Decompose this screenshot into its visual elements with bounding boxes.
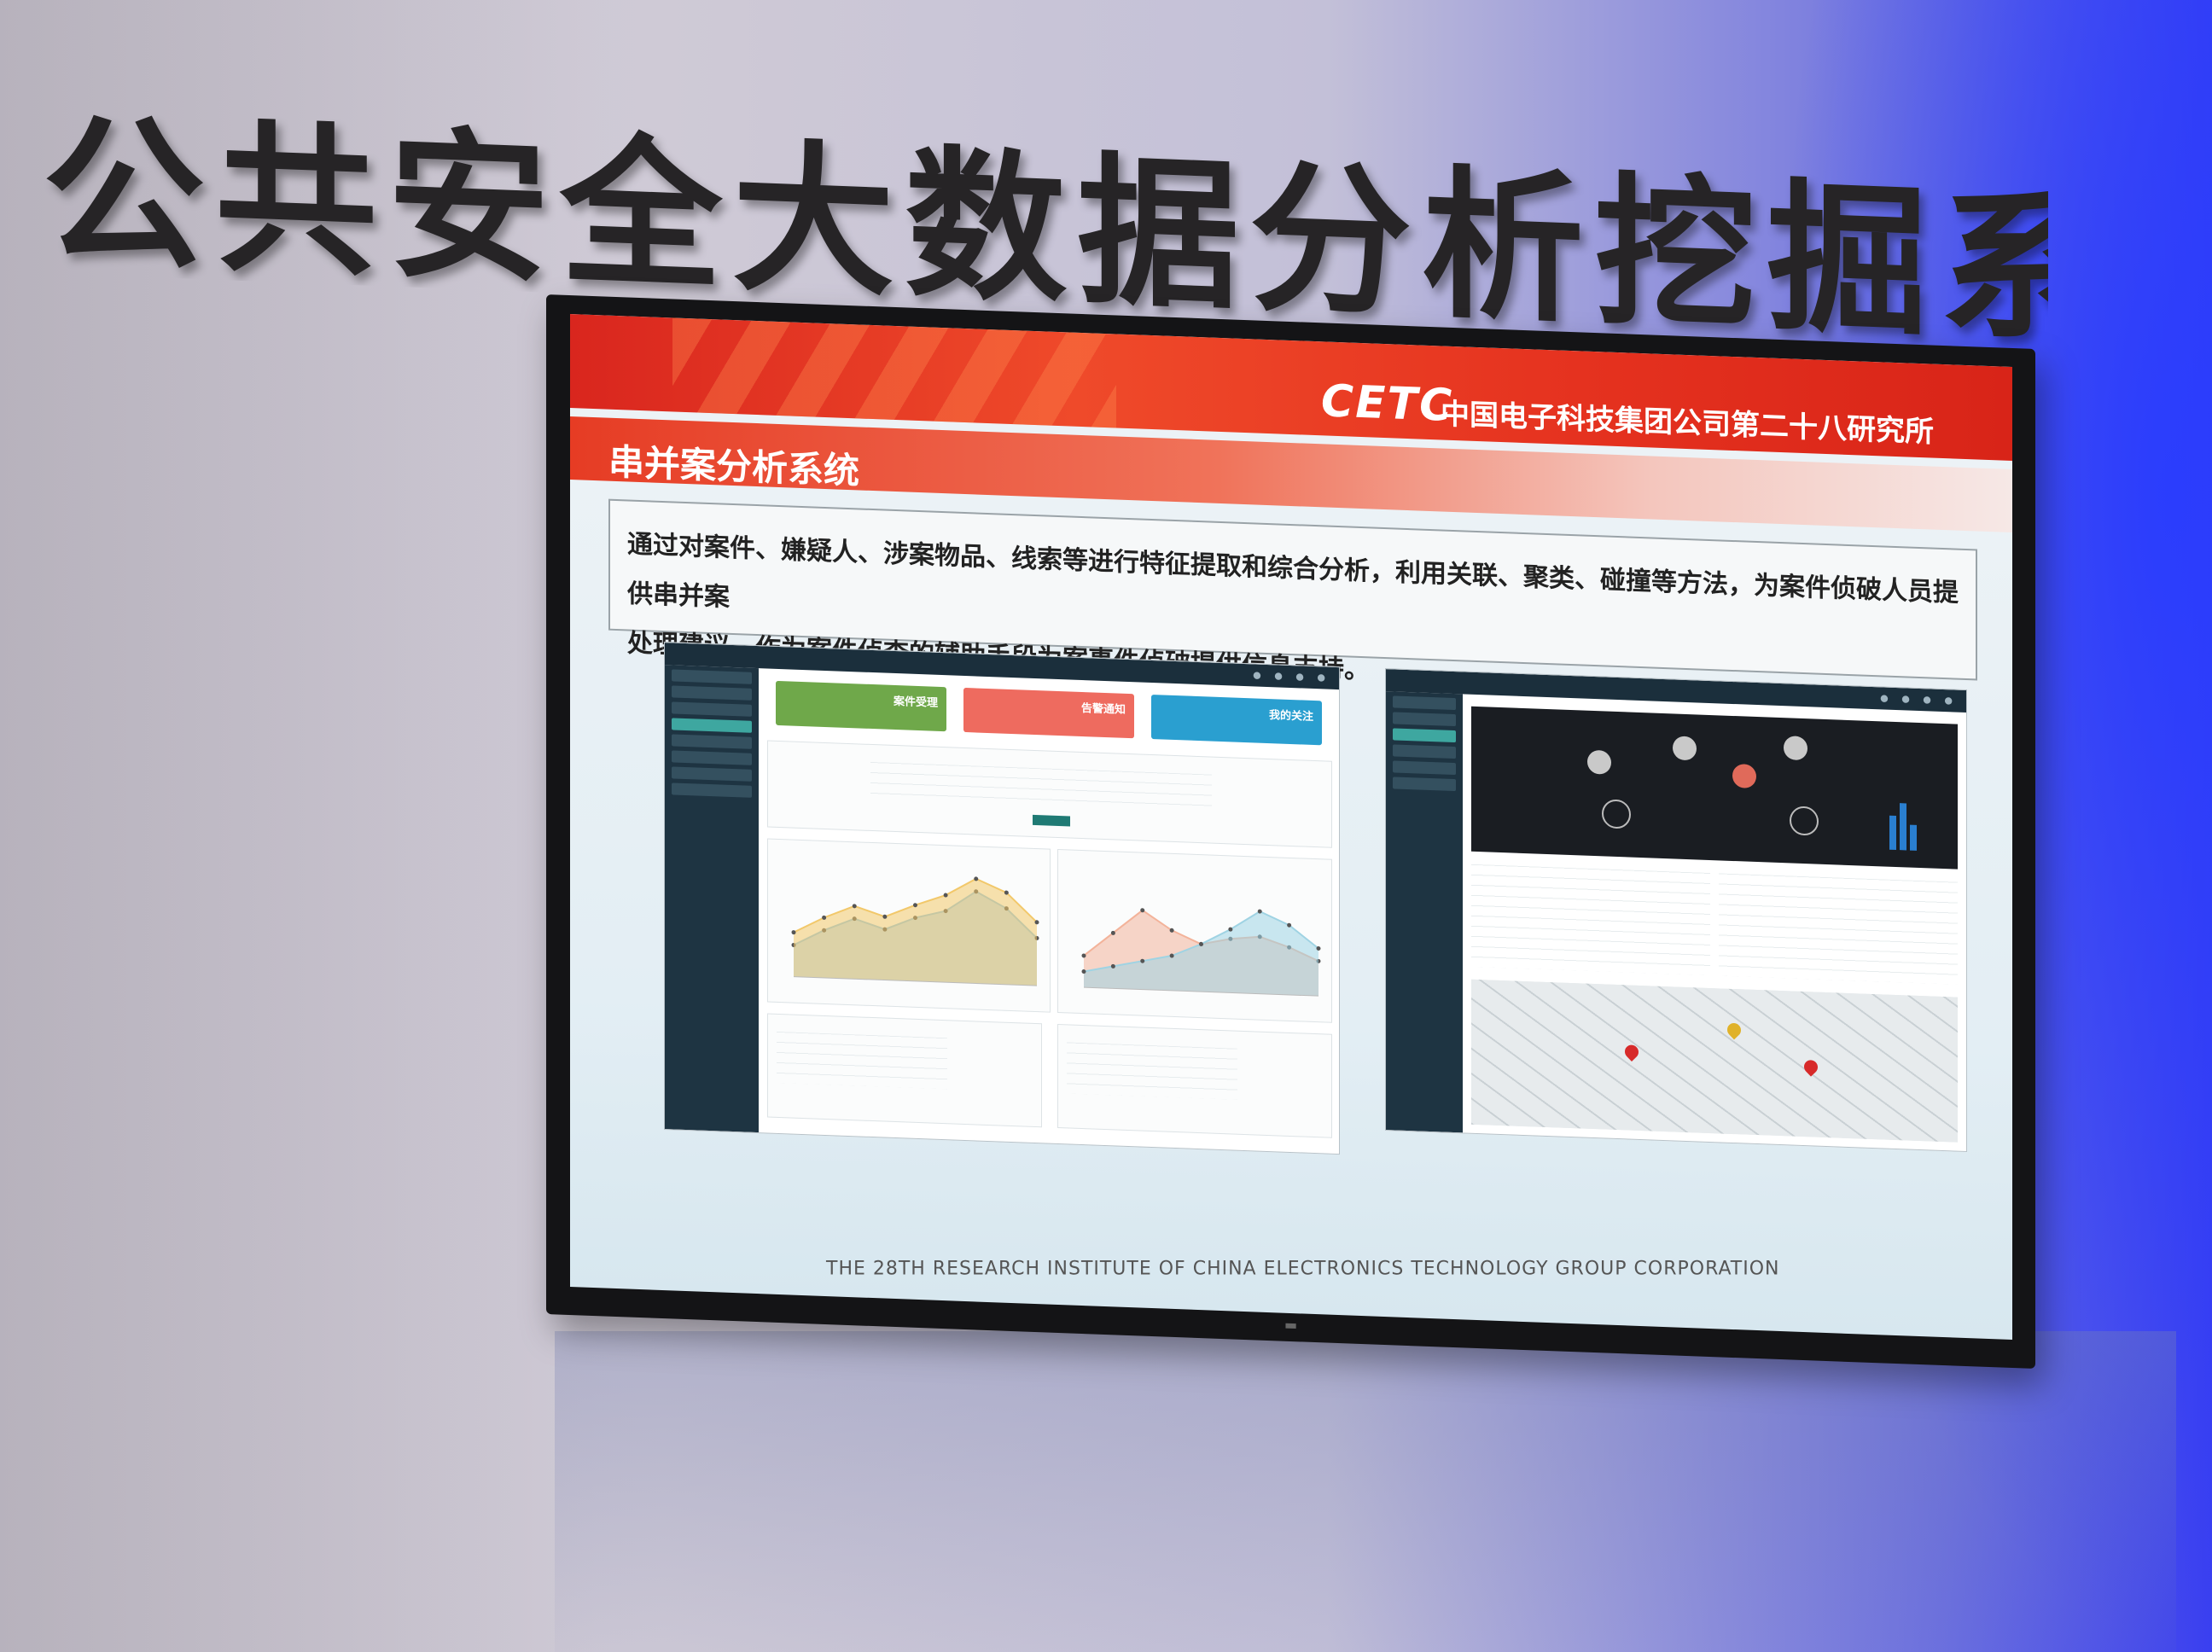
sidebar-item xyxy=(1393,695,1456,711)
sidebar-item xyxy=(672,669,752,684)
topbar-icons: ● ● ● ● xyxy=(1880,692,1958,707)
area-chart-left xyxy=(791,876,1039,986)
dashboard-screenshot: ● ● ● ● 案件受理 告警通知 我的关注 xyxy=(664,642,1340,1155)
suspect-avatar xyxy=(1784,736,1807,760)
area-chart-right xyxy=(1081,908,1321,997)
tile-alert: 告警通知 xyxy=(963,687,1134,739)
list-rows xyxy=(777,1031,947,1090)
tile-case-accept: 案件受理 xyxy=(776,680,946,732)
map-view xyxy=(1471,979,1958,1143)
tv-screen: CETC 中国电子科技集团公司第二十八研究所 串并案分析系统 通过对案件、嫌疑人… xyxy=(570,314,2012,1340)
topbar-icons: ● ● ● ● xyxy=(1253,669,1330,683)
sidebar-item xyxy=(672,766,752,782)
chart-panel-left xyxy=(767,838,1051,1013)
mini-bar xyxy=(1900,803,1906,851)
list-rows xyxy=(1067,1042,1237,1100)
suspect-avatar xyxy=(1732,764,1756,788)
list-panel-right xyxy=(1057,1023,1332,1138)
sidebar-item xyxy=(1393,777,1456,792)
map-pin-icon xyxy=(1724,1020,1744,1040)
tv-monitor: CETC 中国电子科技集团公司第二十八研究所 串并案分析系统 通过对案件、嫌疑人… xyxy=(546,294,2035,1369)
app-sidebar xyxy=(665,665,759,1133)
case-table xyxy=(1471,864,1710,976)
sidebar-item-active xyxy=(672,718,752,733)
sidebar-item-active xyxy=(1393,728,1456,743)
banner-pattern xyxy=(672,317,1116,428)
floor-reflection xyxy=(555,1331,2176,1652)
tv-brand-mark: ▬ xyxy=(1284,1316,1298,1334)
section-title: 串并案分析系统 xyxy=(608,440,860,492)
sidebar-item xyxy=(672,750,752,765)
suspect-avatar xyxy=(1673,736,1697,760)
footer-english: THE 28TH RESEARCH INSTITUTE OF CHINA ELE… xyxy=(826,1258,1780,1280)
tile-favorites: 我的关注 xyxy=(1151,694,1322,746)
query-form-panel xyxy=(767,740,1332,848)
cetc-logo: CETC xyxy=(1321,375,1454,432)
tile-label: 告警通知 xyxy=(1080,701,1126,717)
sidebar-item xyxy=(1393,744,1456,759)
chart-panel-right xyxy=(1057,848,1332,1023)
query-button xyxy=(1033,814,1070,827)
tile-label: 案件受理 xyxy=(893,695,938,710)
relation-graph xyxy=(1587,736,1917,851)
relation-graph-panel xyxy=(1471,706,1958,870)
org-name: 中国电子科技集团公司第二十八研究所 xyxy=(1441,397,1934,450)
node-ring xyxy=(1790,806,1819,836)
tile-label: 我的关注 xyxy=(1268,709,1313,724)
form-fields xyxy=(870,761,1212,809)
sidebar-item xyxy=(672,685,752,701)
sidebar-item xyxy=(672,701,752,717)
analysis-screenshot: ● ● ● ● xyxy=(1385,668,1967,1153)
app-sidebar xyxy=(1386,691,1463,1133)
sidebar-item xyxy=(1393,760,1456,776)
mini-bar xyxy=(1889,815,1896,851)
case-table-right xyxy=(1719,873,1958,985)
list-panel-left xyxy=(767,1013,1042,1128)
node-ring xyxy=(1602,799,1631,829)
map-pin-icon xyxy=(1621,1042,1642,1062)
sidebar-item xyxy=(672,734,752,749)
mini-bar xyxy=(1910,824,1917,851)
sidebar-item xyxy=(1393,712,1456,727)
sidebar-item xyxy=(672,782,752,798)
suspect-avatar xyxy=(1587,750,1611,775)
map-pin-icon xyxy=(1801,1057,1821,1077)
